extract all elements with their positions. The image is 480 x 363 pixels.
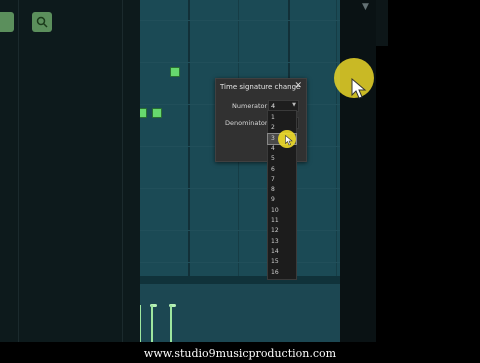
row-line — [140, 230, 340, 231]
dropdown-option[interactable]: 11 — [268, 216, 296, 226]
dropdown-option[interactable]: 10 — [268, 206, 296, 216]
scroll-arrow-icon[interactable]: ▼ — [362, 2, 369, 12]
velocity-bar[interactable] — [151, 305, 153, 342]
chevron-down-icon: ▼ — [292, 102, 296, 108]
velocity-bar[interactable] — [140, 305, 141, 342]
numerator-label: Numerator — [232, 102, 268, 110]
dropdown-option[interactable]: 14 — [268, 247, 296, 257]
note[interactable] — [170, 67, 180, 77]
piano-roll[interactable] — [140, 0, 340, 342]
panel-edge — [376, 0, 388, 46]
search-button[interactable] — [32, 12, 52, 32]
watermark-caption: www.studio9musicproduction.com — [0, 342, 480, 360]
close-icon[interactable]: ✕ — [294, 81, 302, 91]
row-line — [140, 20, 340, 21]
right-strip: ▼ — [340, 0, 376, 342]
denominator-label: Denominator — [225, 119, 268, 127]
mouse-cursor-icon — [285, 135, 293, 146]
search-icon — [36, 16, 48, 28]
dropdown-option[interactable]: 8 — [268, 185, 296, 195]
dropdown-option[interactable]: 9 — [268, 195, 296, 205]
right-panel — [376, 0, 480, 342]
left-panel — [0, 0, 140, 342]
dropdown-option[interactable]: 6 — [268, 165, 296, 175]
row-line — [140, 62, 340, 63]
dropdown-option[interactable]: 15 — [268, 257, 296, 267]
mouse-cursor-icon — [351, 78, 367, 99]
dropdown-option[interactable]: 5 — [268, 154, 296, 164]
dropdown-option[interactable]: 12 — [268, 226, 296, 236]
dialog-title: Time signature change — [220, 83, 301, 91]
numerator-value: 4 — [271, 102, 276, 110]
caption-text: www.studio9musicproduction.com — [143, 347, 337, 360]
toolbar-button[interactable] — [0, 12, 14, 32]
row-line — [140, 188, 340, 189]
note[interactable] — [140, 108, 147, 118]
velocity-separator[interactable] — [140, 276, 340, 284]
panel-divider — [122, 0, 123, 342]
dropdown-option[interactable]: 13 — [268, 237, 296, 247]
dropdown-option[interactable]: 1 — [268, 113, 296, 123]
dropdown-option[interactable]: 7 — [268, 175, 296, 185]
panel-divider — [18, 0, 19, 342]
row-line — [140, 262, 340, 263]
note[interactable] — [152, 108, 162, 118]
dropdown-option[interactable]: 16 — [268, 268, 296, 278]
velocity-bar[interactable] — [170, 305, 172, 342]
